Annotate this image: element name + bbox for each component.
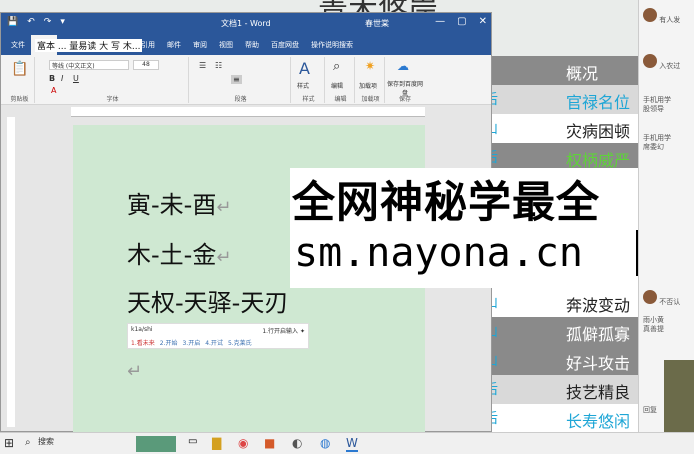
italic-icon[interactable]: I [61, 74, 63, 83]
addin-icon[interactable]: ✷ [365, 59, 375, 73]
floating-text: 富本 ... 量易读 大 写 木... [35, 39, 143, 52]
quick-access-toolbar: 💾 ↶ ↷ ▾ [7, 17, 65, 27]
overlay-line-1: 全网神秘学最全 [292, 178, 600, 228]
table-row: 山 灾病困顿 [478, 114, 638, 143]
tab-mailings[interactable]: 邮件 [161, 35, 187, 55]
close-icon[interactable]: ✕ [479, 16, 487, 27]
bullets-icon[interactable]: ☰ [199, 61, 206, 70]
bold-icon[interactable]: B [49, 74, 55, 83]
table-row: 山 好斗攻击 [478, 346, 638, 375]
clipboard-group: 📋 剪贴板 [5, 57, 35, 103]
search-icon: ⌕ [25, 437, 31, 448]
watermark-overlay: 全网神秘学最全 sm.nayona.cn [290, 168, 638, 288]
ime-candidate[interactable]: 4.开试 [205, 338, 223, 347]
chat-message[interactable]: 不否认 [643, 290, 693, 307]
paragraph-mark-icon: ↵ [216, 197, 232, 218]
maximize-icon[interactable]: ▢ [457, 16, 466, 27]
task-view-icon[interactable]: ▭ [188, 436, 197, 452]
ime-candidate-window[interactable]: k1a/shi 1.行开启输入 ✦ 1.看未来 2.开始 3.开启 4.开试 5.… [127, 323, 309, 349]
search-icon[interactable]: ⌕ [333, 59, 340, 74]
avatar [643, 54, 657, 68]
window-controls: — ▢ ✕ [435, 16, 487, 27]
save-group: ☁ 保存到百度网盘 保存 [387, 59, 424, 103]
taskbar: ⊞ ⌕ 搜索 ▭ ▇ ◉ ■ ◐ ◍ W [0, 432, 694, 454]
overlay-line-2: sm.nayona.cn [294, 230, 583, 276]
paste-icon[interactable]: 📋 [11, 61, 28, 77]
app-icon[interactable]: ◐ [292, 436, 302, 452]
chrome-icon[interactable]: ◉ [238, 436, 248, 452]
paragraph-mark-icon: ↵ [216, 247, 232, 268]
taskbar-search[interactable]: ⌕ 搜索 [22, 436, 132, 452]
editing-group: ⌕ 编辑 编辑 [327, 57, 355, 103]
window-title: 文档1 - Word [221, 19, 271, 28]
tab-help[interactable]: 帮助 [239, 35, 265, 55]
tab-review[interactable]: 审阅 [187, 35, 213, 55]
font-size-select[interactable]: 48 [133, 60, 159, 70]
table-row: 后 长寿悠闲 [478, 404, 638, 433]
avatar [643, 290, 657, 304]
document-line[interactable]: 寅-未-酉↵ [127, 185, 231, 220]
tab-file[interactable]: 文件 [5, 35, 31, 55]
save-icon[interactable]: 💾 [7, 17, 18, 27]
ime-pinyin: k1a/shi [131, 326, 153, 333]
table-row: 山 奔波变动 [478, 288, 638, 317]
customize-icon[interactable]: ▾ [60, 17, 65, 27]
styles-group: A 样式 样式 [293, 57, 325, 103]
redo-icon[interactable]: ↷ [44, 17, 52, 27]
document-line[interactable]: 木-土-金↵ [127, 235, 231, 270]
font-name-select[interactable]: 等线 (中文正文) [49, 60, 129, 70]
taskbar-widget[interactable] [136, 436, 176, 452]
ribbon: 📋 剪贴板 等线 (中文正文) 48 B I U A 字体 ☰ ☷ ≡ 段落 A… [1, 55, 491, 105]
windows-icon[interactable]: ⊞ [4, 436, 14, 452]
undo-icon[interactable]: ↶ [27, 17, 35, 27]
avatar [643, 8, 657, 22]
title-bar[interactable]: 💾 ↶ ↷ ▾ 文档1 - Word 春世棠 — ▢ ✕ [1, 13, 491, 35]
ribbon-tabs: 文件 开始 插入 设计 布局 引用 邮件 审阅 视图 帮助 百度网盘 操作说明搜… [1, 35, 491, 55]
camera-thumbnail [664, 360, 694, 432]
tab-baidu[interactable]: 百度网盘 [265, 35, 305, 55]
horizontal-ruler[interactable] [71, 107, 425, 117]
minimize-icon[interactable]: — [435, 16, 445, 27]
file-explorer-icon[interactable]: ▇ [212, 436, 221, 452]
ime-candidate[interactable]: 5.克莱氏 [228, 338, 252, 347]
table-row: 山 孤僻孤寡 [478, 317, 638, 346]
tell-me-search[interactable]: 操作说明搜索 [305, 35, 359, 55]
table-row: 后 官禄名位 [478, 85, 638, 114]
chat-message[interactable]: 雨小黄 真善提 [643, 316, 693, 334]
addins-group: ✷ 加载项 加载项 [357, 57, 385, 103]
tab-view[interactable]: 视图 [213, 35, 239, 55]
numbering-icon[interactable]: ☷ [215, 61, 222, 70]
text-cursor [636, 230, 638, 276]
app-icon[interactable]: ◍ [320, 436, 330, 452]
chat-message[interactable]: 手机用学 股领导 [643, 96, 693, 114]
table-header: 概况 [566, 64, 599, 83]
user-name[interactable]: 春世棠 [365, 18, 389, 29]
word-icon[interactable]: W [346, 436, 358, 452]
powerpoint-icon[interactable]: ■ [264, 436, 275, 452]
table-header-row: 概况 [478, 56, 638, 85]
paragraph-group: ☰ ☷ ≡ 段落 [191, 57, 291, 103]
ime-candidate[interactable]: 3.开启 [182, 338, 200, 347]
paragraph-mark-icon: ↵ [127, 361, 143, 382]
font-group: 等线 (中文正文) 48 B I U A 字体 [37, 57, 189, 103]
underline-icon[interactable]: U [73, 74, 79, 83]
ime-hint: 1.行开启输入 ✦ [262, 328, 305, 335]
styles-icon[interactable]: A [299, 59, 310, 78]
document-line[interactable]: 天权-天驿-天刃 [127, 283, 288, 318]
chat-message[interactable]: 手机用学 席委幻 [643, 134, 693, 152]
ime-candidate[interactable]: 1.看未来 [131, 338, 155, 347]
chat-message[interactable]: 入农过 [643, 54, 693, 71]
align-center-icon[interactable]: ≡ [231, 75, 242, 84]
ime-candidate[interactable]: 2.开始 [160, 338, 178, 347]
chat-message[interactable]: 有人发 [643, 8, 693, 25]
table-row: 后 技艺精良 [478, 375, 638, 404]
vertical-ruler[interactable] [7, 117, 15, 427]
cloud-icon[interactable]: ☁ [397, 59, 409, 73]
